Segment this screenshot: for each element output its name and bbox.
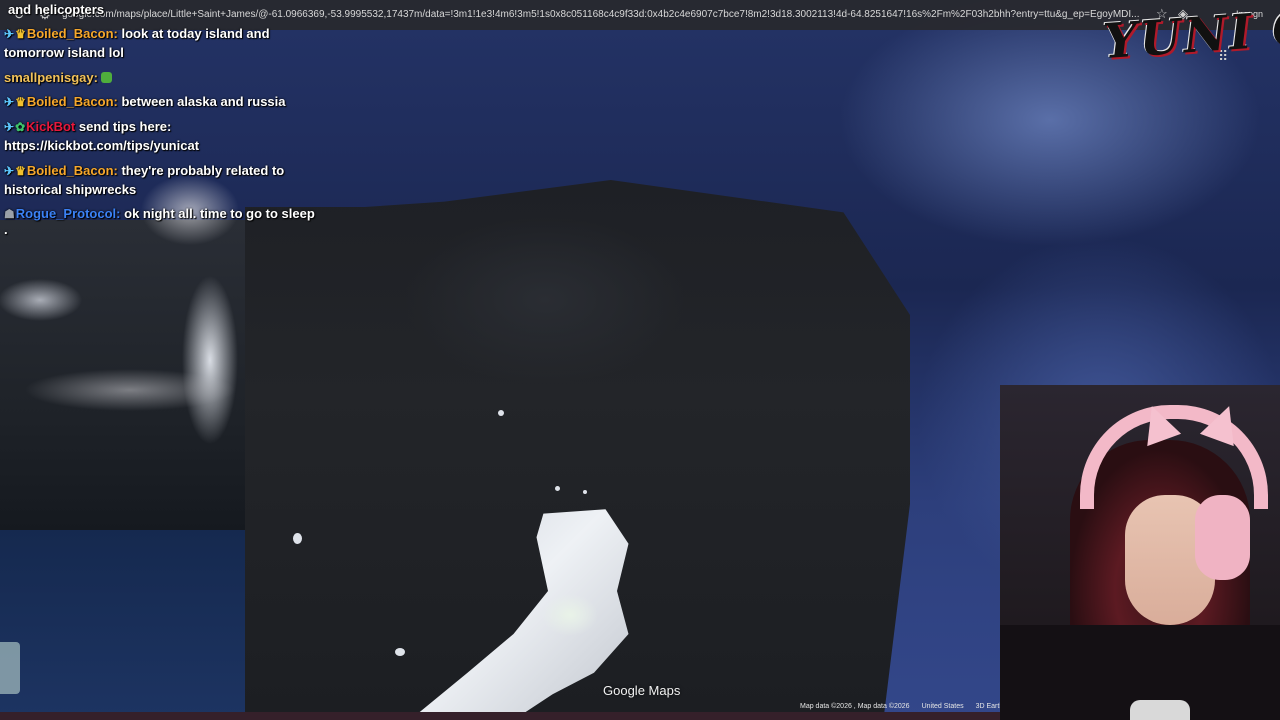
webcam-feed xyxy=(1000,385,1280,720)
chat-message: smallpenisgay: xyxy=(4,69,324,88)
chat-username[interactable]: Boiled_Bacon: xyxy=(27,26,118,41)
chat-message: ✈♛Boiled_Bacon: look at today island and… xyxy=(4,25,324,62)
chat-username[interactable]: Boiled_Bacon: xyxy=(27,163,118,178)
chat-text: ok night all. time to go to sleep xyxy=(124,206,315,221)
chat-message: ☗Rogue_Protocol: ok night all. time to g… xyxy=(4,205,324,224)
crown-badge-icon: ♛ xyxy=(15,164,26,178)
google-maps-watermark: Google Maps xyxy=(603,683,681,698)
bot-badge-icon: ✿ xyxy=(15,120,26,134)
chat-message: ✈♛Boiled_Bacon: they're probably related… xyxy=(4,162,324,199)
url-field[interactable]: google.com/maps/place/Little+Saint+James… xyxy=(62,9,1152,20)
layers-thumbnail[interactable] xyxy=(0,642,20,694)
chat-message-partial: and helicopters xyxy=(8,2,105,17)
attribution-data[interactable]: Map data ©2026 , Map data ©2026 xyxy=(800,703,910,710)
satellite-tile-sea xyxy=(0,530,250,720)
crown-badge-icon: ♛ xyxy=(15,95,26,109)
pin-badge-icon: ✈ xyxy=(4,120,15,134)
attribution-region[interactable]: United States xyxy=(922,703,964,710)
chat-message-partial: . xyxy=(4,222,8,237)
headset-earcup xyxy=(1195,495,1250,580)
pin-badge-icon: ✈ xyxy=(4,27,15,41)
chat-text: between alaska and russia xyxy=(121,94,286,109)
robot-badge-icon: ☗ xyxy=(4,207,15,221)
cloud-cover xyxy=(0,350,260,430)
pin-badge-icon: ✈ xyxy=(4,95,15,109)
channel-logo: YUNI CAT xyxy=(1101,0,1280,71)
microphone xyxy=(1130,700,1190,720)
crown-badge-icon: ♛ xyxy=(15,27,26,41)
chat-username[interactable]: Rogue_Protocol: xyxy=(16,206,121,221)
chat-username[interactable]: smallpenisgay: xyxy=(4,70,98,85)
pin-badge-icon: ✈ xyxy=(4,164,15,178)
chat-message: ✈♛Boiled_Bacon: between alaska and russi… xyxy=(4,93,324,112)
emote-icon xyxy=(100,72,112,83)
chat-username[interactable]: Boiled_Bacon: xyxy=(27,94,118,109)
chat-message: ✈✿KickBot send tips here: https://kickbo… xyxy=(4,118,324,155)
chat-username[interactable]: KickBot xyxy=(26,119,75,134)
